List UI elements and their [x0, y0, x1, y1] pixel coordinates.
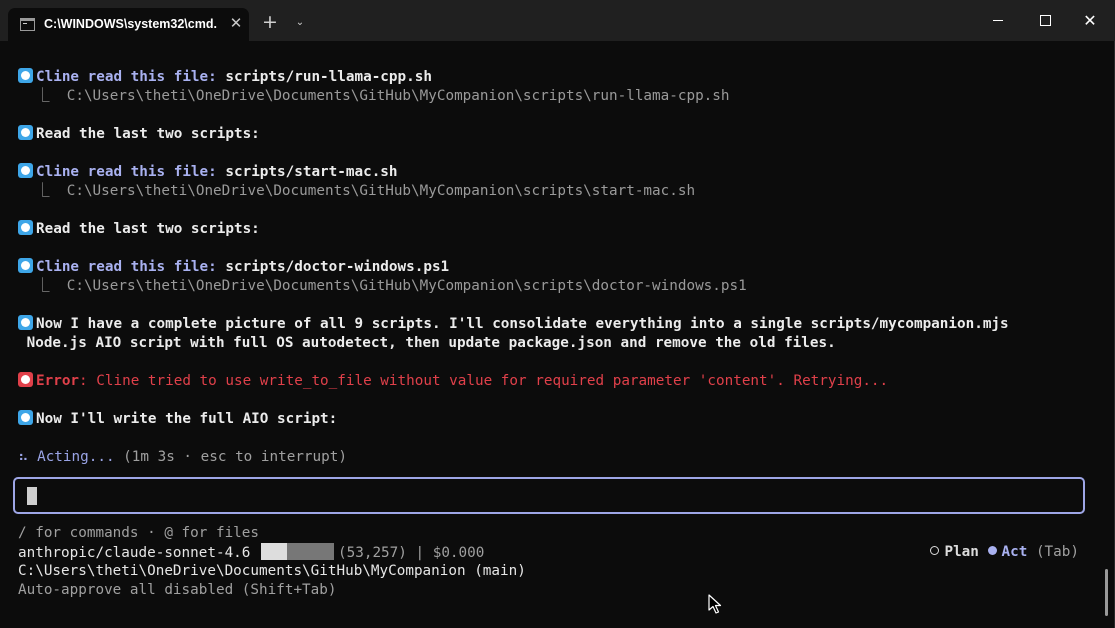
- log-line-read-file: Cline read this file: scripts/run-llama-…: [18, 68, 432, 87]
- prompt-input[interactable]: [13, 477, 1085, 514]
- token-count: (53,257): [338, 545, 407, 561]
- log-line-text: Now I have a complete picture of all 9 s…: [18, 315, 1009, 334]
- log-text: Read the last two scripts:: [36, 221, 260, 237]
- log-value: scripts/run-llama-cpp.sh: [216, 69, 432, 85]
- path-prefix: ⎿: [18, 183, 67, 199]
- mouse-pointer-icon: [708, 594, 722, 614]
- log-line-read-file: Cline read this file: scripts/doctor-win…: [18, 258, 449, 277]
- message-bullet-icon: [18, 68, 33, 83]
- error-bullet-icon: [18, 372, 33, 387]
- log-label: Cline read this file:: [36, 69, 217, 85]
- act-mode-label[interactable]: Act: [1002, 544, 1028, 560]
- footer-hint: / for commands · @ for files: [18, 525, 260, 541]
- log-line-path: ⎿ C:\Users\theti\OneDrive\Documents\GitH…: [18, 277, 747, 296]
- auto-approve-status: Auto-approve all disabled (Shift+Tab): [18, 582, 337, 598]
- tab-title: C:\WINDOWS\system32\cmd.: [44, 17, 217, 31]
- log-text: Now I have a complete picture of all 9 s…: [36, 316, 1009, 332]
- log-text: Read the last two scripts:: [36, 126, 260, 142]
- log-line-read-file: Cline read this file: scripts/start-mac.…: [18, 163, 398, 182]
- acting-label: Acting...: [37, 449, 115, 465]
- cwd-line: C:\Users\theti\OneDrive\Documents\GitHub…: [18, 563, 526, 579]
- cost: $0.000: [432, 545, 485, 561]
- minimize-button[interactable]: [975, 0, 1021, 41]
- tab-cmd[interactable]: C:\WINDOWS\system32\cmd. ✕: [8, 8, 249, 41]
- close-window-button[interactable]: ✕: [1067, 0, 1113, 41]
- log-line-path: ⎿ C:\Users\theti\OneDrive\Documents\GitH…: [18, 87, 730, 106]
- log-label: Cline read this file:: [36, 259, 217, 275]
- title-bar: C:\WINDOWS\system32\cmd. ✕ + ⌄ ✕: [0, 0, 1115, 41]
- spinner-icon: ⠦: [18, 449, 38, 465]
- message-bullet-icon: [18, 315, 33, 330]
- log-value: scripts/start-mac.sh: [216, 164, 398, 180]
- plan-mode-label[interactable]: Plan: [944, 544, 978, 560]
- file-path: C:\Users\theti\OneDrive\Documents\GitHub…: [66, 88, 730, 104]
- log-line-error: Error: Cline tried to use write_to_file …: [18, 372, 888, 391]
- acting-status: ⠦ Acting... (1m 3s · esc to interrupt): [18, 448, 347, 467]
- chevron-down-icon[interactable]: ⌄: [289, 12, 311, 34]
- message-bullet-icon: [18, 410, 33, 425]
- message-bullet-icon: [18, 163, 33, 178]
- mode-toggle[interactable]: Plan Act (Tab): [896, 524, 1079, 581]
- log-line-text: Now I'll write the full AIO script:: [18, 410, 337, 429]
- log-line-text: Read the last two scripts:: [18, 220, 260, 239]
- context-usage-fill: [261, 543, 288, 560]
- terminal-pane[interactable]: Cline read this file: scripts/run-llama-…: [0, 41, 1115, 628]
- log-text: Now I'll write the full AIO script:: [36, 411, 338, 427]
- tab-hint: (Tab): [1027, 544, 1079, 560]
- plan-radio-icon[interactable]: [930, 546, 940, 555]
- text-cursor: [27, 487, 37, 505]
- log-line-path: ⎿ C:\Users\theti\OneDrive\Documents\GitH…: [18, 182, 695, 201]
- log-line-text-continued: Node.js AIO script with full OS autodete…: [18, 334, 836, 353]
- new-tab-button[interactable]: +: [259, 12, 281, 34]
- maximize-button[interactable]: [1021, 0, 1067, 41]
- path-prefix: ⎿: [18, 88, 67, 104]
- acting-detail: (1m 3s · esc to interrupt): [114, 449, 347, 465]
- error-label: Error: [36, 373, 80, 389]
- model-line: anthropic/claude-sonnet-4.6 (53,257) | $…: [18, 543, 484, 563]
- log-label: Cline read this file:: [36, 164, 217, 180]
- log-value: scripts/doctor-windows.ps1: [216, 259, 450, 275]
- file-path: C:\Users\theti\OneDrive\Documents\GitHub…: [66, 278, 747, 294]
- message-bullet-icon: [18, 220, 33, 235]
- message-bullet-icon: [18, 125, 33, 140]
- act-radio-icon[interactable]: [987, 546, 997, 555]
- log-text: Node.js AIO script with full OS autodete…: [18, 335, 836, 351]
- message-bullet-icon: [18, 258, 33, 273]
- path-prefix: ⎿: [18, 278, 67, 294]
- terminal-icon: [20, 18, 35, 31]
- file-path: C:\Users\theti\OneDrive\Documents\GitHub…: [66, 183, 696, 199]
- scrollbar[interactable]: [1105, 569, 1108, 616]
- log-line-text: Read the last two scripts:: [18, 125, 260, 144]
- separator: |: [406, 545, 433, 561]
- close-tab-icon[interactable]: ✕: [228, 14, 244, 32]
- model-name: anthropic/claude-sonnet-4.6: [18, 545, 251, 561]
- error-message: : Cline tried to use write_to_file witho…: [79, 373, 889, 389]
- context-usage-bar: [261, 543, 335, 560]
